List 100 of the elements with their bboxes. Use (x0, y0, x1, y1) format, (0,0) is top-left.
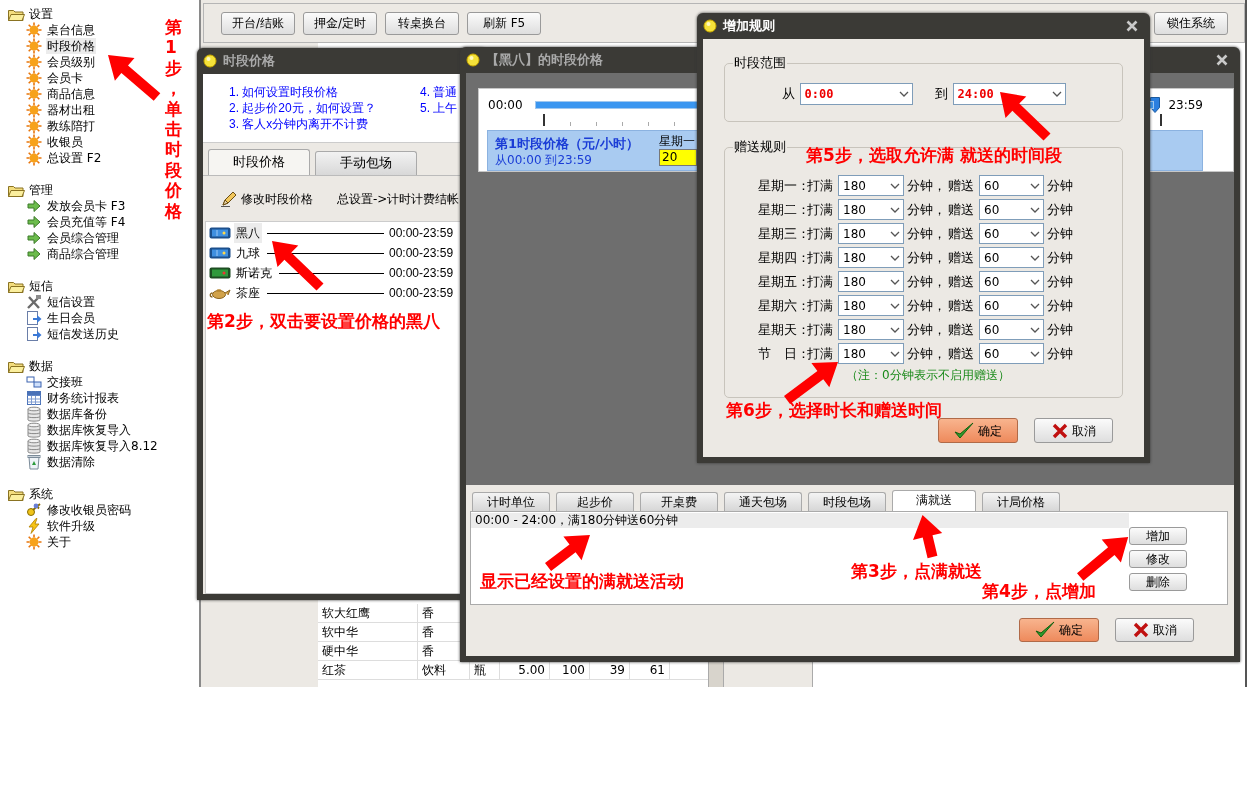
tree-item[interactable]: 商品综合管理 (46, 246, 120, 262)
dropdown-field[interactable]: 60 (979, 247, 1044, 268)
tree-item[interactable]: 生日会员 (46, 310, 96, 326)
tree-item[interactable]: 商品信息 (46, 86, 96, 102)
annotation-text: 第1步，单击时段价格 (165, 16, 182, 223)
tab[interactable]: 通天包场 (724, 492, 802, 511)
dropdown-field[interactable]: 180 (838, 295, 904, 316)
dropdown-field[interactable]: 60 (979, 295, 1044, 316)
tree-item[interactable]: 教练陪打 (46, 118, 96, 134)
help-link[interactable]: 3. 客人x分钟内离开不计费 (229, 116, 420, 132)
tab[interactable]: 满就送 (892, 490, 976, 511)
dropdown-field[interactable]: 60 (979, 175, 1044, 196)
close-icon[interactable] (1126, 20, 1138, 32)
dropdown-field[interactable]: 0:00 (799, 83, 913, 105)
tab[interactable]: 起步价 (556, 492, 634, 511)
tree-item[interactable]: 会员综合管理 (46, 230, 120, 246)
table-name[interactable]: 九球 (234, 243, 262, 263)
tab[interactable]: 时段价格 (208, 149, 310, 175)
tree-item[interactable]: 修改收银员密码 (46, 502, 132, 518)
price-field[interactable]: 20 (659, 149, 697, 166)
help-link[interactable]: 2. 起步价20元，如何设置？ (229, 100, 420, 116)
folder-icon[interactable] (8, 487, 25, 501)
tree-item[interactable]: 总设置 F2 (46, 150, 103, 166)
dropdown-field[interactable]: 60 (979, 343, 1044, 364)
toolbar-button[interactable]: 开台/结账 (221, 11, 295, 35)
dropdown-field[interactable]: 180 (838, 199, 904, 220)
tab[interactable]: 计时单位 (472, 492, 550, 511)
tree-group-label[interactable]: 设置 (29, 6, 53, 22)
tree-item[interactable]: 短信设置 (46, 294, 96, 310)
toolbar-action[interactable]: 修改时段价格 (241, 190, 313, 207)
dropdown-field[interactable]: 180 (838, 223, 904, 244)
table-name[interactable]: 茶座 (234, 283, 262, 303)
toolbar-button[interactable]: 转桌换台 (385, 11, 459, 35)
dropdown-field[interactable]: 60 (979, 271, 1044, 292)
settings-link[interactable]: 总设置->计时计费结帐 (337, 190, 460, 207)
list-button[interactable]: 修改 (1129, 550, 1187, 568)
dropdown-field[interactable]: 60 (979, 319, 1044, 340)
tree-item[interactable]: 数据清除 (46, 454, 96, 470)
tree-item[interactable]: 关于 (46, 534, 72, 550)
tree-item[interactable]: 数据库恢复导入8.12 (46, 438, 159, 454)
folder-icon[interactable] (8, 7, 25, 21)
cancel-button[interactable]: 取消 (1115, 618, 1194, 642)
dropdown-field[interactable]: 24:00 (952, 83, 1066, 105)
scrollbar[interactable] (1245, 0, 1255, 687)
folder-icon[interactable] (8, 359, 25, 373)
tab[interactable]: 计局价格 (982, 492, 1060, 511)
list-button[interactable]: 删除 (1129, 573, 1187, 591)
field-label: 分钟 (1047, 177, 1073, 194)
tree-item[interactable]: 短信发送历史 (46, 326, 120, 342)
field-label: 分钟， (907, 273, 947, 290)
tree-item[interactable]: 器材出租 (46, 102, 96, 118)
toolbar-button[interactable]: 锁住系统 (1154, 11, 1228, 35)
help-link[interactable]: 4. 普通 (420, 84, 458, 100)
cancel-button[interactable]: 取消 (1034, 418, 1113, 443)
time-label: 00:00 (488, 97, 523, 113)
tree-item[interactable]: 软件升级 (46, 518, 96, 534)
tab[interactable]: 手动包场 (315, 151, 417, 175)
dropdown-field[interactable]: 60 (979, 199, 1044, 220)
tree-item[interactable]: 会员级别 (46, 54, 96, 70)
toolbar-button[interactable]: 刷新 F5 (467, 11, 541, 35)
toolbar-button[interactable]: 押金/定时 (303, 11, 377, 35)
field-label: 打满 (807, 201, 834, 218)
tree-item[interactable]: 数据库备份 (46, 406, 108, 422)
ok-button[interactable]: 确定 (938, 418, 1018, 443)
dropdown-field[interactable]: 180 (838, 343, 904, 364)
dropdown-field[interactable]: 180 (838, 175, 904, 196)
tree-group-label[interactable]: 管理 (29, 182, 53, 198)
annotation-text: 第3步，点满就送 (851, 561, 982, 581)
tree-item[interactable]: 发放会员卡 F3 (46, 198, 127, 214)
dropdown-field[interactable]: 180 (838, 271, 904, 292)
tree-item[interactable]: 时段价格 (46, 38, 96, 54)
field-label: 打满 (807, 177, 834, 194)
tree-item[interactable]: 桌台信息 (46, 22, 96, 38)
table-name[interactable]: 斯诺克 (234, 263, 274, 283)
ok-button[interactable]: 确定 (1019, 618, 1099, 642)
tree-item[interactable]: 会员充值等 F4 (46, 214, 127, 230)
tree-item[interactable]: 财务统计报表 (46, 390, 120, 406)
rule-row[interactable]: 00:00 - 24:00，满180分钟送60分钟 (471, 513, 1129, 528)
dropdown-field[interactable]: 60 (979, 223, 1044, 244)
tree-item[interactable]: 交接班 (46, 374, 84, 390)
tree-group-label[interactable]: 短信 (29, 278, 53, 294)
chevron-down-icon (1030, 254, 1040, 261)
help-link[interactable]: 5. 上午 (420, 100, 458, 116)
dropdown-field[interactable]: 180 (838, 319, 904, 340)
close-icon[interactable] (1216, 54, 1228, 66)
table-name[interactable]: 黑八 (234, 223, 262, 243)
folder-icon[interactable] (8, 279, 25, 293)
tree-item[interactable]: 会员卡 (46, 70, 84, 86)
tab[interactable]: 开桌费 (640, 492, 718, 511)
list-button[interactable]: 增加 (1129, 527, 1187, 545)
tree-item[interactable]: 数据库恢复导入 (46, 422, 132, 438)
tab[interactable]: 时段包场 (808, 492, 886, 511)
folder-icon[interactable] (8, 183, 25, 197)
tree-group-label[interactable]: 系统 (29, 486, 53, 502)
help-link[interactable]: 1. 如何设置时段价格 (229, 84, 420, 100)
pencil-icon (221, 190, 237, 207)
tree-item[interactable]: 收银员 (46, 134, 84, 150)
dropdown-field[interactable]: 180 (838, 247, 904, 268)
annotation-text: 第2步，双击要设置价格的黑八 (207, 311, 440, 331)
tree-group-label[interactable]: 数据 (29, 358, 53, 374)
